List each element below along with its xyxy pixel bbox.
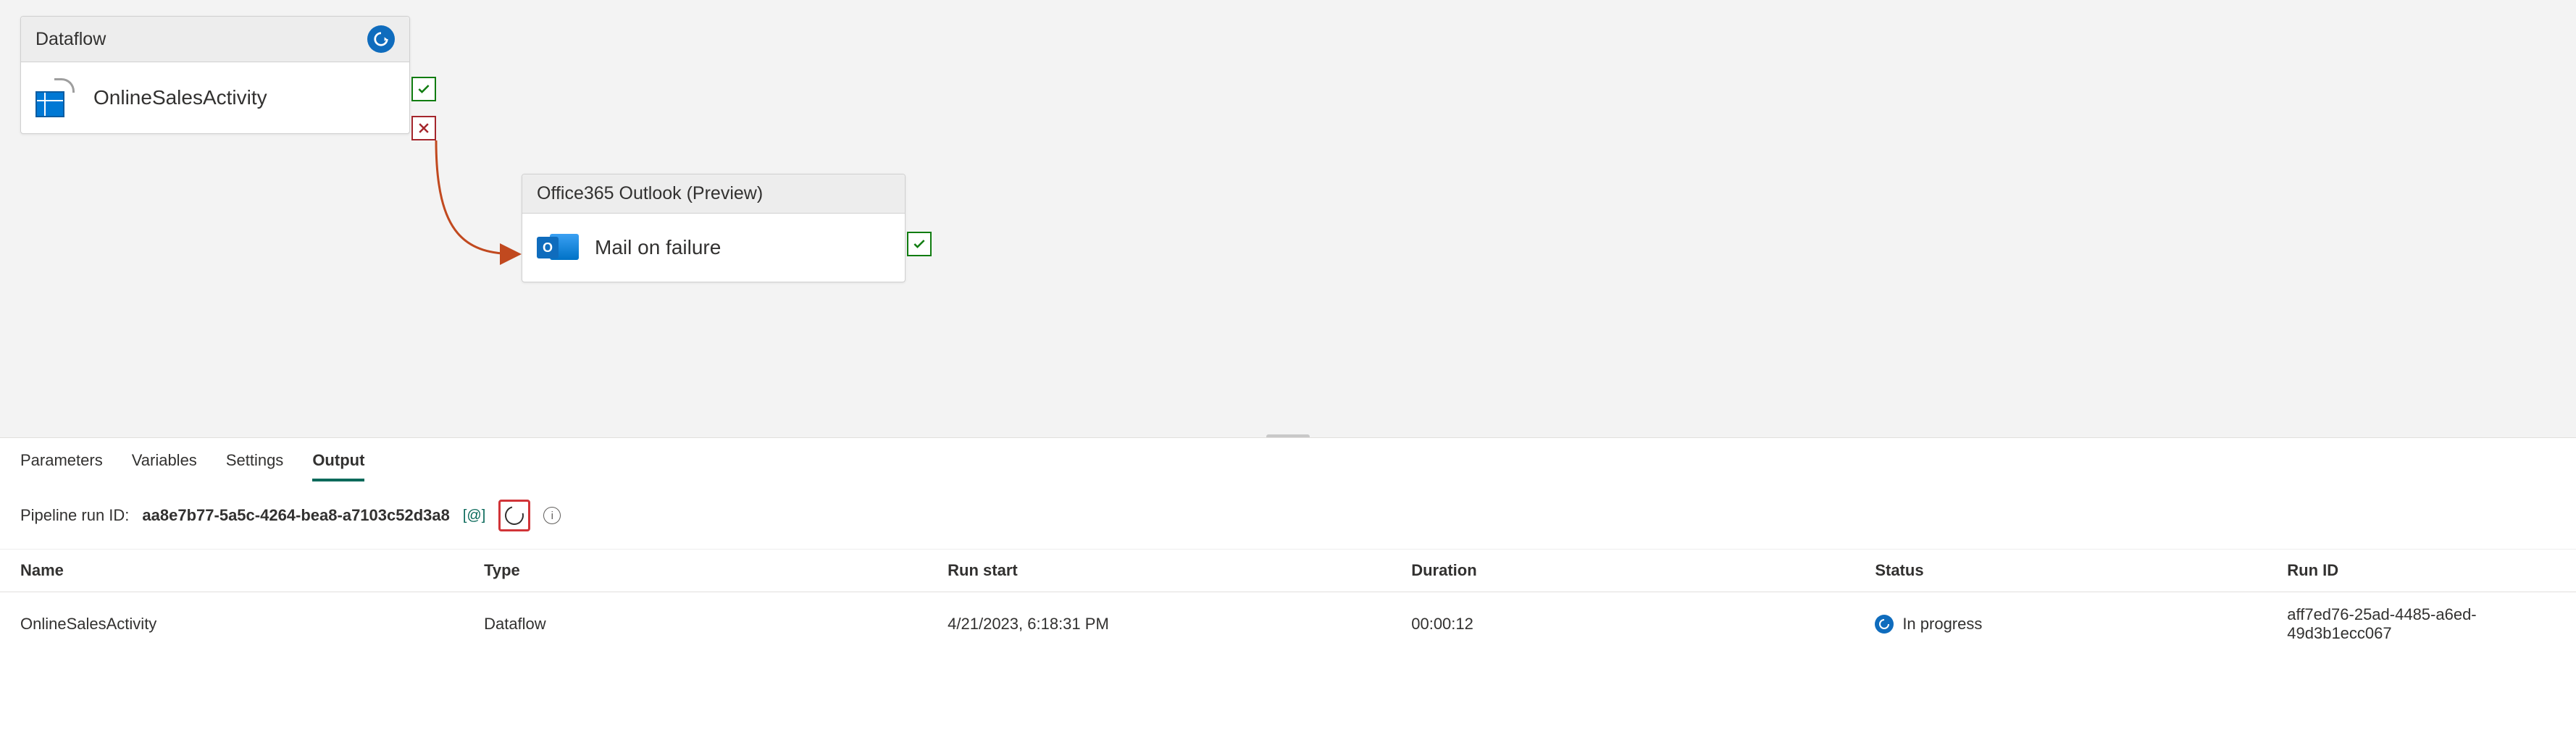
cell-type: Dataflow (464, 592, 927, 657)
run-id-label: Pipeline run ID: (20, 506, 129, 525)
col-name[interactable]: Name (0, 550, 464, 592)
cell-name: OnlineSalesActivity (0, 592, 464, 657)
col-run-id[interactable]: Run ID (2267, 550, 2576, 592)
activity-name: Mail on failure (595, 236, 721, 259)
tab-output[interactable]: Output (312, 451, 364, 481)
activity-type-label: Dataflow (35, 29, 106, 50)
activity-body: OnlineSalesActivity (21, 62, 409, 133)
panel-tabs: Parameters Variables Settings Output (0, 438, 2576, 482)
table-header-row: Name Type Run start Duration Status Run … (0, 550, 2576, 592)
info-icon[interactable]: i (543, 507, 561, 524)
in-progress-icon (1875, 615, 1894, 634)
cell-run-id: aff7ed76-25ad-4485-a6ed-49d3b1ecc067 (2267, 592, 2576, 657)
col-type[interactable]: Type (464, 550, 927, 592)
activity-dataflow[interactable]: Dataflow OnlineSalesActivity (20, 16, 410, 134)
dataflow-icon (35, 78, 78, 117)
cell-duration: 00:00:12 (1391, 592, 1854, 657)
activity-header: Dataflow (21, 17, 409, 62)
status-text: In progress (1902, 615, 1982, 634)
cell-run-start: 4/21/2023, 6:18:31 PM (927, 592, 1391, 657)
run-id-value: aa8e7b77-5a5c-4264-bea8-a7103c52d3a8 (142, 506, 449, 525)
outlook-icon: O (537, 230, 579, 266)
copy-run-id-icon[interactable]: [@] (463, 508, 485, 524)
pipeline-canvas[interactable]: Dataflow OnlineSalesActivity Office365 O… (0, 0, 2576, 438)
cell-status: In progress (1854, 592, 2267, 657)
tab-settings[interactable]: Settings (226, 451, 284, 481)
refresh-button[interactable] (498, 500, 530, 531)
col-run-start[interactable]: Run start (927, 550, 1391, 592)
tab-variables[interactable]: Variables (132, 451, 197, 481)
activity-name: OnlineSalesActivity (93, 86, 267, 109)
col-status[interactable]: Status (1854, 550, 2267, 592)
run-id-row: Pipeline run ID: aa8e7b77-5a5c-4264-bea8… (0, 482, 2576, 550)
output-panel: Parameters Variables Settings Output Pip… (0, 437, 2576, 656)
activity-header: Office365 Outlook (Preview) (522, 174, 905, 214)
success-output-handle[interactable] (907, 232, 932, 256)
output-table: Name Type Run start Duration Status Run … (0, 550, 2576, 656)
activity-type-label: Office365 Outlook (Preview) (537, 183, 763, 204)
success-output-handle[interactable] (411, 77, 436, 101)
col-duration[interactable]: Duration (1391, 550, 1854, 592)
table-row[interactable]: OnlineSalesActivity Dataflow 4/21/2023, … (0, 592, 2576, 657)
refresh-icon (502, 502, 528, 529)
running-icon (367, 25, 395, 53)
activity-outlook[interactable]: Office365 Outlook (Preview) O Mail on fa… (522, 174, 906, 282)
tab-parameters[interactable]: Parameters (20, 451, 103, 481)
failure-output-handle[interactable] (411, 116, 436, 140)
activity-body: O Mail on failure (522, 214, 905, 282)
